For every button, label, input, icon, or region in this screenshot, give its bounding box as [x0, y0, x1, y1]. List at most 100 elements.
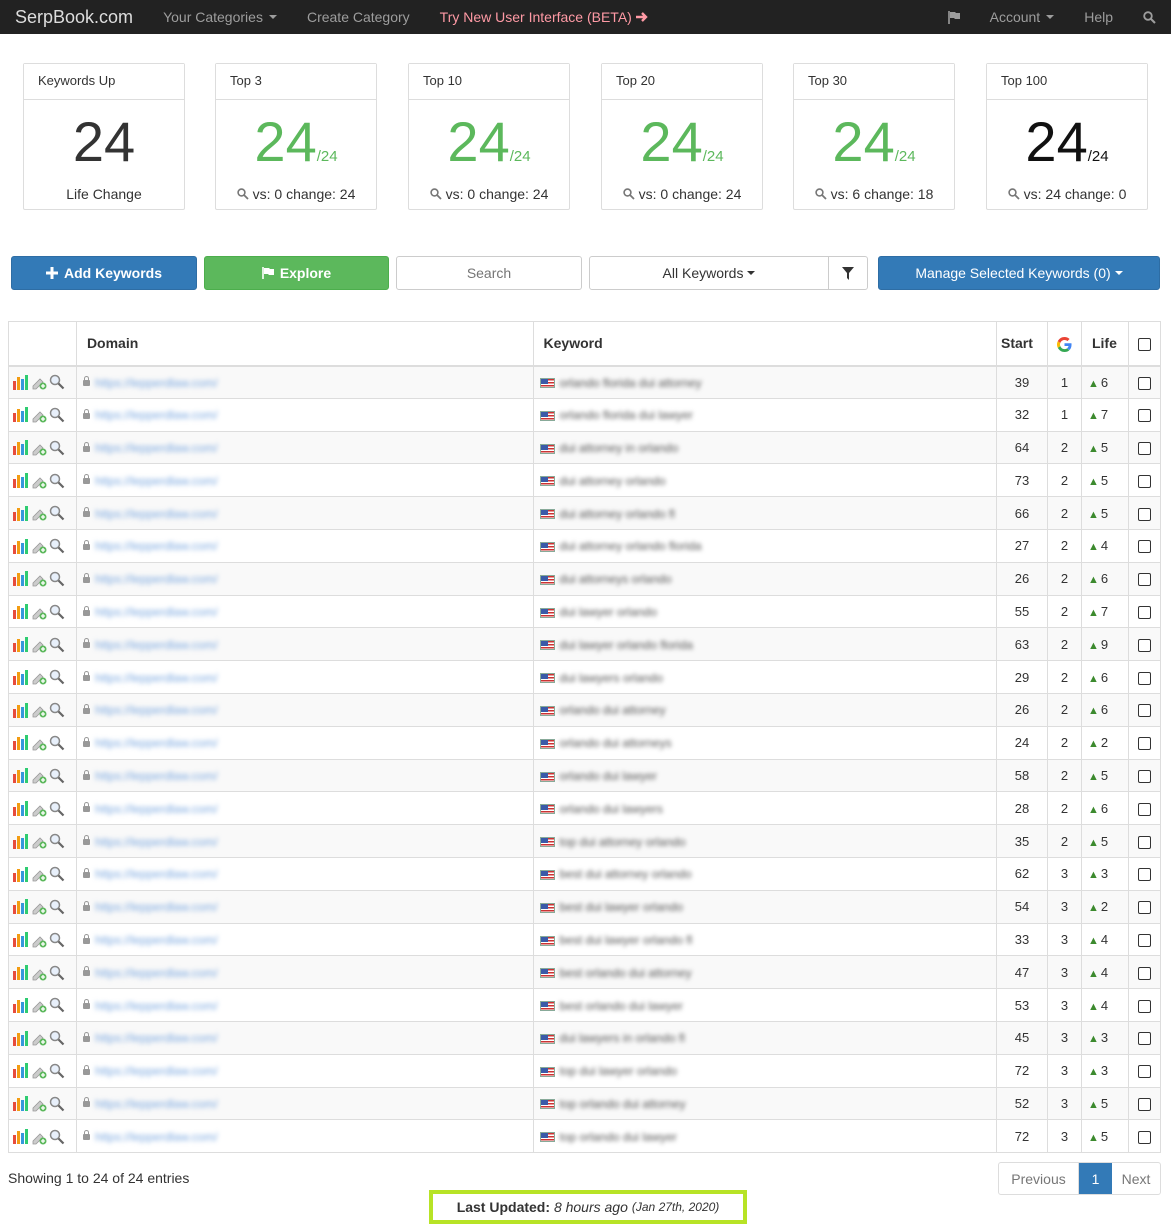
magnifier-icon[interactable] — [49, 801, 65, 817]
bar-chart-icon[interactable] — [13, 768, 29, 784]
bar-chart-icon[interactable] — [13, 997, 29, 1013]
add-note-icon[interactable] — [31, 1063, 47, 1079]
explore-button[interactable]: Explore — [204, 256, 389, 290]
add-note-icon[interactable] — [31, 604, 47, 620]
domain-link[interactable]: https://lepperdlaw.com/ — [95, 867, 218, 881]
nav-create-category[interactable]: Create Category — [292, 0, 425, 34]
add-note-icon[interactable] — [31, 571, 47, 587]
previous-page-button[interactable]: Previous — [999, 1163, 1079, 1194]
row-checkbox[interactable] — [1137, 999, 1151, 1013]
manage-selected-button[interactable]: Manage Selected Keywords (0) — [878, 256, 1160, 290]
add-note-icon[interactable] — [31, 735, 47, 751]
add-note-icon[interactable] — [31, 997, 47, 1013]
magnifier-icon[interactable] — [49, 538, 65, 554]
add-note-icon[interactable] — [31, 407, 47, 423]
domain-link[interactable]: https://lepperdlaw.com/ — [95, 999, 218, 1013]
add-note-icon[interactable] — [31, 637, 47, 653]
nav-help[interactable]: Help — [1069, 0, 1128, 34]
row-checkbox[interactable] — [1137, 1130, 1151, 1144]
domain-link[interactable]: https://lepperdlaw.com/ — [95, 507, 218, 521]
domain-link[interactable]: https://lepperdlaw.com/ — [95, 408, 218, 422]
add-note-icon[interactable] — [31, 374, 47, 390]
domain-link[interactable]: https://lepperdlaw.com/ — [95, 441, 218, 455]
magnifier-icon[interactable] — [49, 1063, 65, 1079]
bar-chart-icon[interactable] — [13, 932, 29, 948]
row-checkbox[interactable] — [1137, 1032, 1151, 1046]
add-note-icon[interactable] — [31, 801, 47, 817]
row-checkbox[interactable] — [1137, 933, 1151, 947]
bar-chart-icon[interactable] — [13, 637, 29, 653]
nav-account[interactable]: Account — [975, 0, 1070, 34]
magnifier-icon[interactable] — [49, 735, 65, 751]
magnifier-icon[interactable] — [49, 637, 65, 653]
search-input[interactable] — [397, 257, 581, 289]
row-checkbox[interactable] — [1137, 737, 1151, 751]
header-domain[interactable]: Domain — [75, 321, 534, 367]
bar-chart-icon[interactable] — [13, 1030, 29, 1046]
magnifier-icon[interactable] — [49, 997, 65, 1013]
magnifier-icon[interactable] — [49, 407, 65, 423]
add-note-icon[interactable] — [31, 768, 47, 784]
domain-link[interactable]: https://lepperdlaw.com/ — [95, 1031, 218, 1045]
magnifier-icon[interactable] — [49, 374, 65, 390]
bar-chart-icon[interactable] — [13, 473, 29, 489]
select-all-checkbox[interactable] — [1137, 338, 1151, 352]
nav-search[interactable] — [1128, 0, 1171, 34]
row-checkbox[interactable] — [1137, 1065, 1151, 1079]
magnifier-icon[interactable] — [49, 833, 65, 849]
row-checkbox[interactable] — [1137, 409, 1151, 423]
domain-link[interactable]: https://lepperdlaw.com/ — [95, 474, 218, 488]
magnifier-icon[interactable] — [49, 899, 65, 915]
magnifier-icon[interactable] — [49, 571, 65, 587]
bar-chart-icon[interactable] — [13, 965, 29, 981]
bar-chart-icon[interactable] — [13, 866, 29, 882]
header-select-all[interactable] — [1127, 321, 1162, 367]
domain-link[interactable]: https://lepperdlaw.com/ — [95, 900, 218, 914]
magnifier-icon[interactable] — [49, 604, 65, 620]
magnifier-icon[interactable] — [49, 702, 65, 718]
nav-try-beta[interactable]: Try New User Interface (BETA) — [425, 0, 664, 34]
row-checkbox[interactable] — [1137, 1097, 1151, 1111]
add-note-icon[interactable] — [31, 1096, 47, 1112]
nav-your-categories[interactable]: Your Categories — [148, 0, 292, 34]
bar-chart-icon[interactable] — [13, 374, 29, 390]
bar-chart-icon[interactable] — [13, 440, 29, 456]
row-checkbox[interactable] — [1137, 507, 1151, 521]
row-checkbox[interactable] — [1137, 835, 1151, 849]
add-note-icon[interactable] — [31, 669, 47, 685]
domain-link[interactable]: https://lepperdlaw.com/ — [95, 539, 218, 553]
magnifier-icon[interactable] — [49, 669, 65, 685]
row-checkbox[interactable] — [1137, 442, 1151, 456]
all-keywords-dropdown[interactable]: All Keywords — [590, 257, 828, 289]
row-checkbox[interactable] — [1137, 474, 1151, 488]
add-note-icon[interactable] — [31, 833, 47, 849]
page-1-button[interactable]: 1 — [1079, 1163, 1112, 1194]
row-checkbox[interactable] — [1137, 769, 1151, 783]
bar-chart-icon[interactable] — [13, 669, 29, 685]
magnifier-icon[interactable] — [49, 932, 65, 948]
bar-chart-icon[interactable] — [13, 735, 29, 751]
domain-link[interactable]: https://lepperdlaw.com/ — [95, 1097, 218, 1111]
add-note-icon[interactable] — [31, 1030, 47, 1046]
magnifier-icon[interactable] — [49, 768, 65, 784]
bar-chart-icon[interactable] — [13, 538, 29, 554]
magnifier-icon[interactable] — [49, 1030, 65, 1046]
add-note-icon[interactable] — [31, 1129, 47, 1145]
domain-link[interactable]: https://lepperdlaw.com/ — [95, 769, 218, 783]
row-checkbox[interactable] — [1137, 704, 1151, 718]
header-google[interactable] — [1047, 321, 1082, 367]
bar-chart-icon[interactable] — [13, 899, 29, 915]
row-checkbox[interactable] — [1137, 638, 1151, 652]
add-note-icon[interactable] — [31, 473, 47, 489]
row-checkbox[interactable] — [1137, 802, 1151, 816]
add-note-icon[interactable] — [31, 440, 47, 456]
row-checkbox[interactable] — [1137, 868, 1151, 882]
domain-link[interactable]: https://lepperdlaw.com/ — [95, 703, 218, 717]
domain-link[interactable]: https://lepperdlaw.com/ — [95, 376, 218, 390]
bar-chart-icon[interactable] — [13, 505, 29, 521]
add-note-icon[interactable] — [31, 702, 47, 718]
domain-link[interactable]: https://lepperdlaw.com/ — [95, 671, 218, 685]
next-page-button[interactable]: Next — [1112, 1163, 1160, 1194]
row-checkbox[interactable] — [1137, 376, 1151, 390]
domain-link[interactable]: https://lepperdlaw.com/ — [95, 736, 218, 750]
